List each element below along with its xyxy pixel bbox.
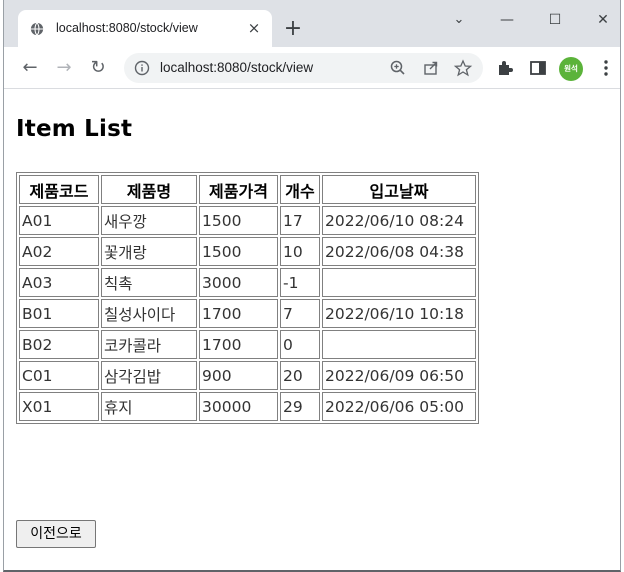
received-date-cell: 2022/06/06 05:00 xyxy=(322,392,476,421)
product-name-cell: 삼각김밥 xyxy=(101,361,197,390)
quantity-cell: -1 xyxy=(280,268,320,297)
address-bar[interactable]: localhost:8080/stock/view xyxy=(124,53,483,83)
product-name-cell: 코카콜라 xyxy=(101,330,197,359)
product-name-cell: 칠성사이다 xyxy=(101,299,197,328)
product-name-cell: 칙촉 xyxy=(101,268,197,297)
product-code-cell: X01 xyxy=(19,392,99,421)
minimize-icon[interactable]: — xyxy=(492,8,522,32)
quantity-cell: 17 xyxy=(280,206,320,235)
table-row: A01 새우깡 1500 17 2022/06/10 08:24 xyxy=(19,206,476,235)
table-row: A02 꽃개랑 1500 10 2022/06/08 04:38 xyxy=(19,237,476,266)
received-date-cell xyxy=(322,330,476,359)
product-price-cell: 1700 xyxy=(199,330,278,359)
tab-strip: localhost:8080/stock/view × + ⌄ — ☐ ✕ xyxy=(4,0,620,47)
page-content: Item List 제품코드 제품명 제품가격 개수 입고날짜 A01 새우깡 … xyxy=(4,90,620,570)
table-row: B02 코카콜라 1700 0 xyxy=(19,330,476,359)
received-date-cell: 2022/06/09 06:50 xyxy=(322,361,476,390)
column-header: 제품가격 xyxy=(199,175,278,204)
product-name-cell: 꽃개랑 xyxy=(101,237,197,266)
product-code-cell: A01 xyxy=(19,206,99,235)
quantity-cell: 10 xyxy=(280,237,320,266)
product-price-cell: 1500 xyxy=(199,206,278,235)
tab-close-icon[interactable]: × xyxy=(246,20,262,36)
quantity-cell: 29 xyxy=(280,392,320,421)
table-header-row: 제품코드 제품명 제품가격 개수 입고날짜 xyxy=(19,175,476,204)
column-header: 제품코드 xyxy=(19,175,99,204)
product-code-cell: B02 xyxy=(19,330,99,359)
extensions-icon[interactable] xyxy=(494,57,516,79)
reload-icon[interactable]: ↻ xyxy=(86,56,110,80)
url-text: localhost:8080/stock/view xyxy=(160,60,314,75)
tab-title: localhost:8080/stock/view xyxy=(56,21,198,35)
browser-toolbar: ← → ↻ localhost:8080/stock/view 원석 xyxy=(4,47,620,89)
table-row: X01 휴지 30000 29 2022/06/06 05:00 xyxy=(19,392,476,421)
product-price-cell: 1700 xyxy=(199,299,278,328)
zoom-icon[interactable] xyxy=(388,58,408,78)
received-date-cell: 2022/06/08 04:38 xyxy=(322,237,476,266)
new-tab-button[interactable]: + xyxy=(281,18,305,42)
stock-table: 제품코드 제품명 제품가격 개수 입고날짜 A01 새우깡 1500 17 20… xyxy=(16,172,479,424)
browser-window: localhost:8080/stock/view × + ⌄ — ☐ ✕ ← … xyxy=(3,0,621,572)
window-close-icon[interactable]: ✕ xyxy=(588,8,618,32)
profile-avatar[interactable]: 원석 xyxy=(559,57,583,81)
tab-search-icon[interactable]: ⌄ xyxy=(444,8,474,32)
received-date-cell xyxy=(322,268,476,297)
page-title: Item List xyxy=(16,116,133,142)
star-icon[interactable] xyxy=(453,58,473,78)
share-icon[interactable] xyxy=(421,58,441,78)
table-row: A03 칙촉 3000 -1 xyxy=(19,268,476,297)
sidepanel-icon[interactable] xyxy=(527,57,549,79)
quantity-cell: 20 xyxy=(280,361,320,390)
product-price-cell: 30000 xyxy=(199,392,278,421)
product-name-cell: 휴지 xyxy=(101,392,197,421)
product-price-cell: 1500 xyxy=(199,237,278,266)
forward-icon[interactable]: → xyxy=(52,56,76,80)
product-code-cell: A03 xyxy=(19,268,99,297)
column-header: 개수 xyxy=(280,175,320,204)
tab-stock-view[interactable]: localhost:8080/stock/view × xyxy=(18,10,272,47)
maximize-icon[interactable]: ☐ xyxy=(540,8,570,32)
product-code-cell: B01 xyxy=(19,299,99,328)
globe-icon xyxy=(30,22,44,36)
back-icon[interactable]: ← xyxy=(18,56,42,80)
back-button[interactable]: 이전으로 xyxy=(16,520,96,548)
product-name-cell: 새우깡 xyxy=(101,206,197,235)
product-price-cell: 3000 xyxy=(199,268,278,297)
table-row: C01 삼각김밥 900 20 2022/06/09 06:50 xyxy=(19,361,476,390)
quantity-cell: 0 xyxy=(280,330,320,359)
info-icon[interactable] xyxy=(134,60,150,76)
product-code-cell: A02 xyxy=(19,237,99,266)
received-date-cell: 2022/06/10 08:24 xyxy=(322,206,476,235)
product-price-cell: 900 xyxy=(199,361,278,390)
received-date-cell: 2022/06/10 10:18 xyxy=(322,299,476,328)
quantity-cell: 7 xyxy=(280,299,320,328)
menu-icon[interactable] xyxy=(595,57,617,79)
table-row: B01 칠성사이다 1700 7 2022/06/10 10:18 xyxy=(19,299,476,328)
product-code-cell: C01 xyxy=(19,361,99,390)
column-header: 입고날짜 xyxy=(322,175,476,204)
column-header: 제품명 xyxy=(101,175,197,204)
